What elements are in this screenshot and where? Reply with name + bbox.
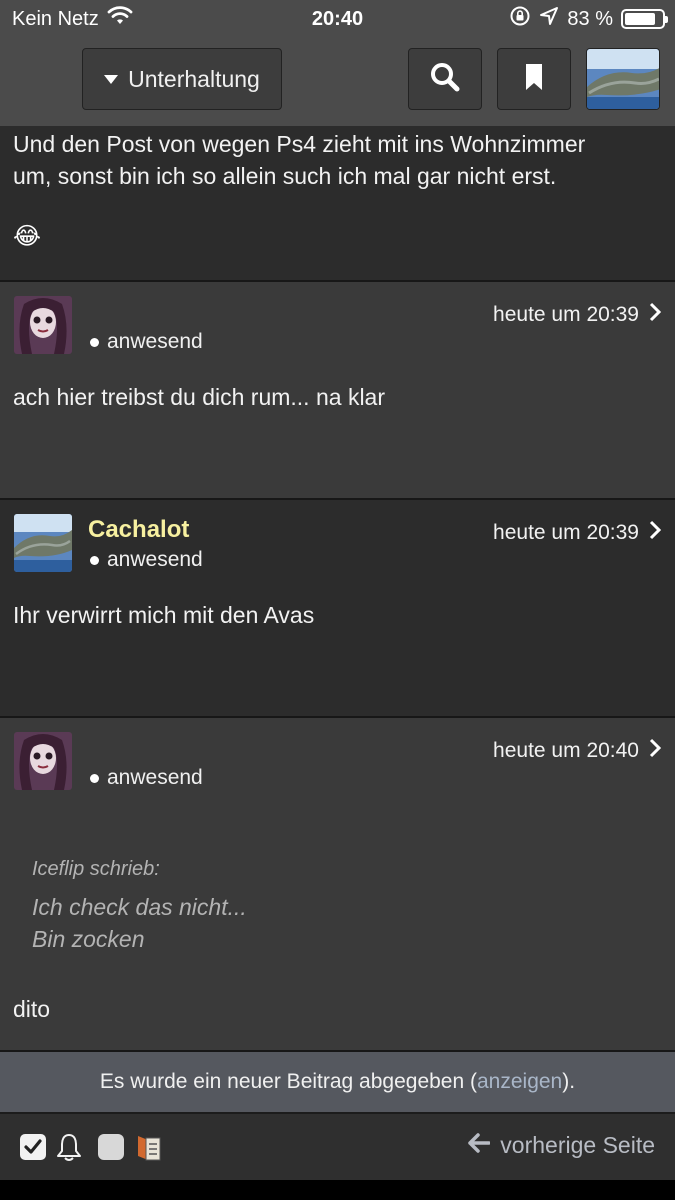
bell-icon[interactable]	[54, 1132, 84, 1162]
online-status: anwesend	[90, 330, 203, 354]
search-button[interactable]	[408, 48, 482, 110]
notice-text-end: ).	[562, 1070, 576, 1093]
top-bar: Unterhaltung	[0, 38, 675, 126]
bookmark-icon	[525, 63, 543, 96]
post-body-line: um, sonst bin ich so allein such ich mal…	[13, 163, 557, 189]
new-post-notice: Es wurde ein neuer Beitrag abgegeben ( a…	[0, 1052, 675, 1112]
screen: Kein Netz 20:40 83 % Unterhaltung Und de…	[0, 0, 675, 1200]
post-body: ach hier treibst du dich rum... na klar	[13, 384, 385, 410]
status-dot-icon	[90, 555, 99, 565]
status-bar: Kein Netz 20:40 83 %	[0, 0, 675, 38]
post-time: heute um 20:39	[493, 303, 639, 326]
rotation-lock-icon	[509, 5, 531, 33]
user-avatar-button[interactable]	[586, 48, 660, 110]
quote-author: Iceflip schrieb:	[32, 858, 160, 880]
online-status: anwesend	[90, 766, 203, 790]
post-time-link[interactable]: heute um 20:39	[493, 302, 662, 328]
chevron-right-icon	[649, 738, 662, 764]
post-item: Cachalot anwesend heute um 20:39 Ihr ver…	[0, 500, 675, 718]
notice-text: Es wurde ein neuer Beitrag abgegeben (	[99, 1070, 477, 1093]
previous-page-link[interactable]: vorherige Seite	[468, 1132, 655, 1159]
post-body-line: Und den Post von wegen Ps4 zieht mit ins…	[13, 131, 586, 157]
post-time: heute um 20:39	[493, 521, 639, 544]
checkbox-checked-icon[interactable]	[18, 1132, 48, 1162]
status-label: anwesend	[107, 330, 203, 353]
status-dot-icon	[90, 773, 99, 783]
post-continued: Und den Post von wegen Ps4 zieht mit ins…	[0, 126, 675, 282]
status-right: 83 %	[509, 0, 668, 38]
status-dot-icon	[90, 337, 99, 347]
battery-percent: 83 %	[567, 7, 613, 30]
post-time: heute um 20:40	[493, 739, 639, 762]
show-new-post-link[interactable]: anzeigen	[477, 1070, 562, 1094]
post-time-link[interactable]: heute um 20:39	[493, 520, 662, 546]
search-icon	[429, 61, 461, 98]
status-label: anwesend	[107, 766, 203, 789]
post-body: Und den Post von wegen Ps4 zieht mit ins…	[13, 128, 585, 192]
home-indicator-area	[0, 1180, 675, 1200]
carrier-label: Kein Netz	[12, 7, 99, 30]
mark-read-icon[interactable]	[134, 1132, 164, 1162]
avatar[interactable]	[14, 732, 72, 790]
whale-avatar-image	[587, 49, 659, 109]
laughing-emoji: 😂	[13, 223, 42, 250]
status-label: anwesend	[107, 548, 203, 571]
forum-label: Unterhaltung	[128, 65, 260, 92]
arrow-left-icon	[468, 1132, 492, 1159]
avatar[interactable]	[14, 296, 72, 354]
square-icon[interactable]	[96, 1132, 126, 1162]
bookmark-button[interactable]	[497, 48, 571, 110]
post-time-link[interactable]: heute um 20:40	[493, 738, 662, 764]
wifi-icon	[107, 6, 133, 32]
bottom-toolbar: vorherige Seite	[0, 1112, 675, 1180]
previous-page-label: vorherige Seite	[500, 1132, 655, 1158]
post-body: Ihr verwirrt mich mit den Avas	[13, 602, 315, 628]
caret-down-icon	[104, 74, 119, 84]
avatar[interactable]	[14, 514, 72, 572]
forum-dropdown[interactable]: Unterhaltung	[82, 48, 282, 110]
quote-text: Ich check das nicht...	[32, 894, 247, 920]
post-item: anwesend heute um 20:40 Iceflip schrieb:…	[0, 718, 675, 1052]
battery-icon	[621, 9, 668, 29]
status-left: Kein Netz	[12, 6, 272, 32]
online-status: anwesend	[90, 548, 203, 572]
post-item: anwesend heute um 20:39 ach hier treibst…	[0, 282, 675, 500]
battery-fill	[625, 13, 655, 25]
chevron-right-icon	[649, 520, 662, 546]
chevron-right-icon	[649, 302, 662, 328]
location-icon	[539, 6, 559, 32]
username[interactable]: Cachalot	[88, 516, 189, 544]
quote-text: Bin zocken	[32, 926, 145, 952]
post-body: dito	[13, 996, 51, 1022]
